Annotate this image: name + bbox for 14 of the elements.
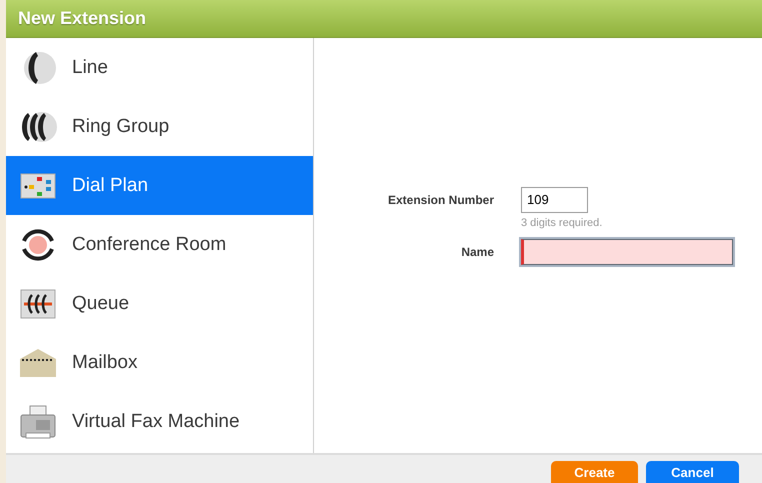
name-field[interactable] <box>521 238 733 264</box>
sidebar-item[interactable]: Dial Plan <box>6 156 313 215</box>
sidebar-item[interactable]: Mailbox <box>6 333 313 392</box>
sidebar-item[interactable]: Ring Group <box>6 97 313 156</box>
cancel-button[interactable]: Cancel <box>646 461 739 483</box>
hint-text: 3 digits required. <box>521 216 604 228</box>
sidebar-item[interactable]: Queue <box>6 274 313 333</box>
sidebar-item[interactable]: Conference Room <box>6 215 313 274</box>
window-title: New Extension <box>18 8 146 29</box>
field-label: Extension Number <box>386 192 494 206</box>
sidebar-item[interactable]: Virtual Fax Machine <box>6 392 313 451</box>
field-label: Name <box>460 244 494 258</box>
sidebar-item[interactable]: Line <box>6 38 313 97</box>
number-field[interactable]: 109 <box>521 186 588 212</box>
